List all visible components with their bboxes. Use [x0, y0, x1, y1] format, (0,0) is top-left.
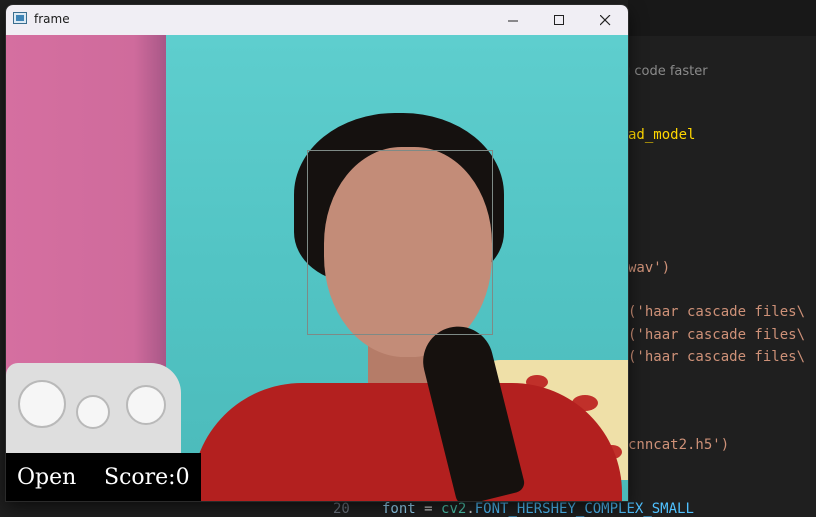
code-token-dot: .	[466, 501, 475, 517]
editor-hint-text: u code faster	[622, 64, 708, 79]
minimize-button[interactable]	[490, 5, 536, 35]
app-window-icon	[13, 12, 27, 24]
sofa-flower-pattern	[18, 380, 66, 428]
window-title: frame	[34, 12, 70, 26]
frame-window: frame Open Score:0	[6, 5, 628, 501]
sofa-flower-pattern	[126, 385, 166, 425]
editor-titlebar	[628, 0, 816, 36]
code-line[interactable]: ('haar cascade files\	[628, 327, 805, 343]
line-number: 20	[333, 501, 350, 517]
pink-wall-panel	[6, 35, 166, 375]
code-line-font[interactable]: font = cv2.FONT_HERSHEY_COMPLEX_SMALL	[382, 501, 694, 517]
window-titlebar[interactable]: frame	[6, 5, 628, 35]
face-detection-box	[307, 150, 493, 335]
code-line[interactable]: wav')	[628, 260, 670, 276]
code-line[interactable]: cnncat2.h5')	[628, 437, 729, 453]
code-token-var: font	[382, 501, 416, 517]
webcam-frame: Open Score:0	[6, 35, 628, 501]
close-icon	[599, 14, 610, 25]
code-token-const: FONT_HERSHEY_COMPLEX_SMALL	[474, 501, 694, 517]
maximize-button[interactable]	[536, 5, 582, 35]
score-label: Score:0	[104, 465, 190, 490]
sofa-flower-pattern	[76, 395, 110, 429]
close-button[interactable]	[582, 5, 628, 35]
code-token-module: cv2	[441, 501, 467, 517]
eye-state-label: Open	[17, 465, 77, 490]
code-line[interactable]: ad_model	[628, 127, 695, 143]
person-shirt	[192, 383, 622, 501]
code-token-op: =	[415, 501, 442, 517]
maximize-icon	[553, 14, 564, 25]
code-line[interactable]: ('haar cascade files\	[628, 349, 805, 365]
minimize-icon	[507, 20, 518, 21]
code-line[interactable]: ('haar cascade files\	[628, 304, 805, 320]
